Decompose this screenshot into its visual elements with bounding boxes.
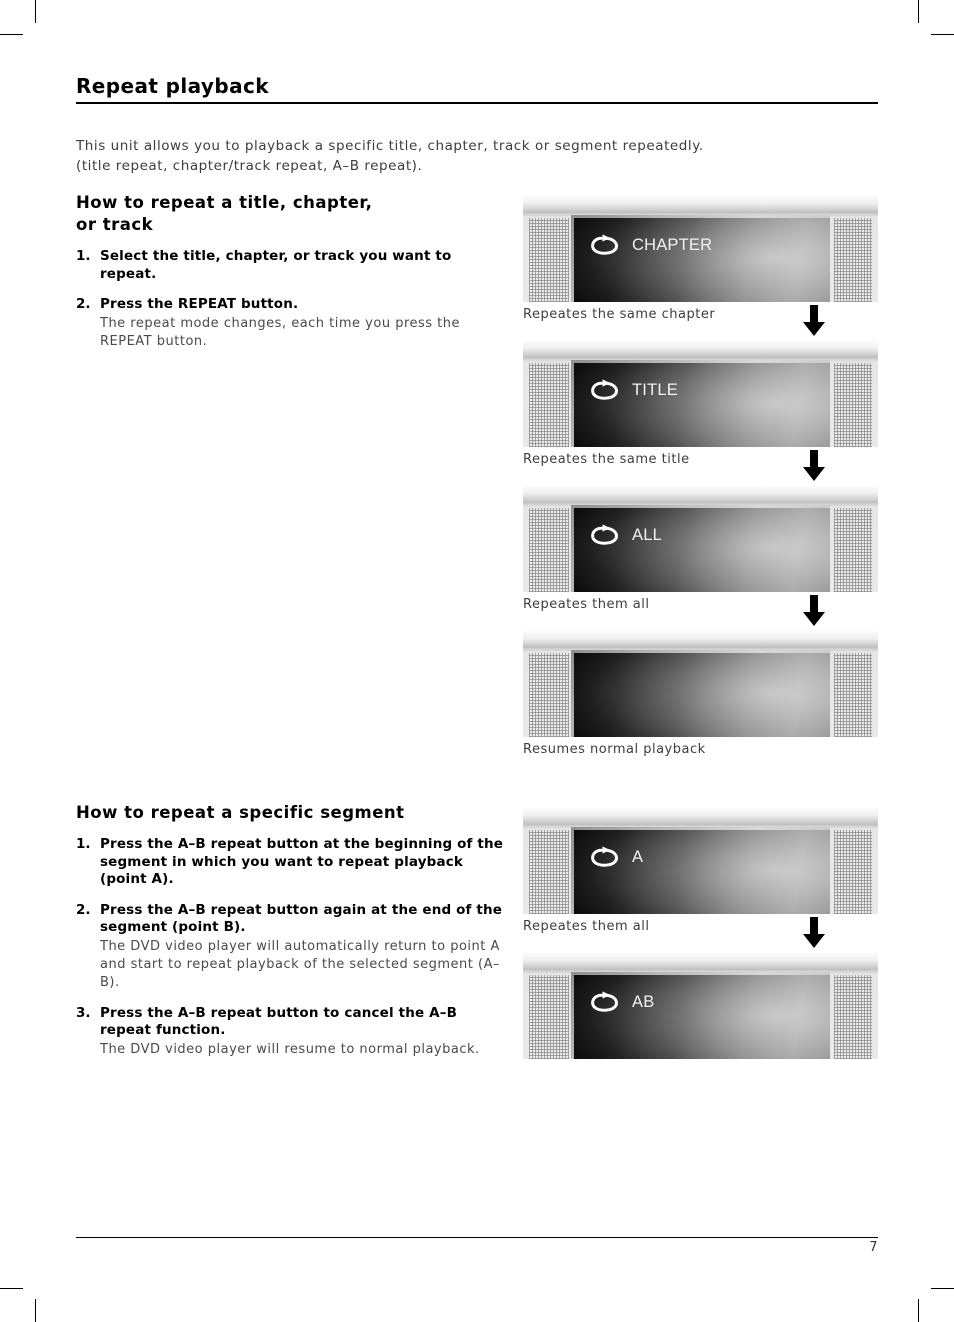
- speaker-grille-left-icon: [529, 218, 569, 302]
- display-figure: TITLE Repeates the same title: [523, 341, 878, 486]
- section-one-text: How to repeat a title, chapter, or track…: [76, 192, 506, 351]
- crop-mark-bottom-right-vertical: [918, 1299, 919, 1322]
- list-item: Select the title, chapter, or track you …: [76, 248, 506, 283]
- speaker-grille-right-icon: [834, 363, 872, 447]
- repeat-loop-icon: [591, 234, 619, 255]
- osd-label: CHAPTER: [632, 235, 713, 254]
- section-two-text: How to repeat a specific segment Press t…: [76, 802, 506, 1059]
- footer-divider: [76, 1237, 878, 1238]
- display-figure: Resumes normal playback: [523, 631, 878, 760]
- crop-mark-top-left-horizontal: [0, 34, 23, 35]
- screen-bezel: CHAPTER: [571, 215, 830, 302]
- speaker-grille-left-icon: [529, 653, 569, 737]
- step-heading: Press the A–B repeat button again at the…: [100, 901, 503, 936]
- title-divider: [76, 102, 878, 104]
- repeat-loop-icon: [591, 991, 619, 1012]
- screen-bezel: [571, 650, 830, 737]
- dvd-player-display: AB: [523, 953, 878, 1059]
- step-heading: Press the A–B repeat button at the begin…: [100, 836, 504, 887]
- figure-caption: Resumes normal playback: [523, 742, 706, 757]
- section-one-heading-line-1: How to repeat a title, chapter,: [76, 193, 373, 212]
- dvd-player-display: [523, 631, 878, 737]
- intro-line-1: This unit allows you to playback a speci…: [76, 138, 704, 154]
- list-item: Press the A–B repeat button again at the…: [76, 902, 506, 992]
- repeat-loop-icon: [591, 379, 619, 400]
- dvd-player-display: TITLE: [523, 341, 878, 447]
- speaker-grille-left-icon: [529, 363, 569, 447]
- osd-label: ALL: [632, 525, 662, 544]
- screen-bezel: TITLE: [571, 360, 830, 447]
- section-two-heading: How to repeat a specific segment: [76, 803, 405, 822]
- screen-bezel: AB: [571, 972, 830, 1059]
- on-screen-display: TITLE: [591, 379, 678, 401]
- step-heading: Press the REPEAT button.: [100, 296, 299, 312]
- speaker-grille-right-icon: [834, 508, 872, 592]
- crop-mark-bottom-right-horizontal: [931, 1288, 954, 1289]
- figure-caption: Repeates them all: [523, 919, 650, 934]
- figure-caption: Repeates the same title: [523, 452, 690, 467]
- step-heading: Press the A–B repeat button to cancel th…: [100, 1004, 458, 1039]
- dvd-player-display: A: [523, 808, 878, 914]
- speaker-grille-right-icon: [834, 975, 872, 1059]
- list-item: Press the A–B repeat button to cancel th…: [76, 1005, 506, 1059]
- figure-caption: Repeates them all: [523, 597, 650, 612]
- speaker-grille-left-icon: [529, 975, 569, 1059]
- on-screen-display: AB: [591, 991, 654, 1013]
- manual-page: Repeat playback This unit allows you to …: [76, 0, 878, 1322]
- screen: TITLE: [574, 363, 830, 447]
- section-two-step-list: Press the A–B repeat button at the begin…: [76, 836, 506, 1059]
- on-screen-display: CHAPTER: [591, 234, 712, 256]
- osd-label: AB: [632, 992, 655, 1011]
- display-figure: AB: [523, 953, 878, 1059]
- osd-label: A: [632, 847, 644, 866]
- repeat-loop-icon: [591, 846, 619, 867]
- speaker-grille-right-icon: [834, 653, 872, 737]
- on-screen-display: A: [591, 846, 643, 868]
- step-body: The DVD video player will resume to norm…: [100, 1041, 480, 1057]
- crop-mark-top-left-vertical: [35, 0, 36, 23]
- page-number: 7: [869, 1240, 878, 1255]
- figure-caption: Repeates the same chapter: [523, 307, 716, 322]
- list-item: Press the A–B repeat button at the begin…: [76, 836, 506, 889]
- screen-bezel: ALL: [571, 505, 830, 592]
- on-screen-display: ALL: [591, 524, 662, 546]
- section-one-figures: CHAPTER Repeates the same chapter TITLE …: [523, 196, 878, 760]
- crop-mark-top-right-horizontal: [931, 34, 954, 35]
- screen: A: [574, 830, 830, 914]
- step-heading: Select the title, chapter, or track you …: [100, 248, 452, 282]
- screen: ALL: [574, 508, 830, 592]
- dvd-player-display: CHAPTER: [523, 196, 878, 302]
- screen: CHAPTER: [574, 218, 830, 302]
- screen: [574, 653, 830, 737]
- osd-label: TITLE: [632, 380, 678, 399]
- speaker-grille-left-icon: [529, 830, 569, 914]
- page-title: Repeat playback: [76, 74, 269, 98]
- section-one-heading: How to repeat a title, chapter, or track: [76, 192, 506, 236]
- screen: AB: [574, 975, 830, 1059]
- crop-mark-top-right-vertical: [918, 0, 919, 23]
- step-body: The DVD video player will automatically …: [100, 938, 500, 990]
- crop-mark-bottom-left-horizontal: [0, 1288, 23, 1289]
- intro-paragraph: This unit allows you to playback a speci…: [76, 136, 836, 176]
- list-item: Press the REPEAT button. The repeat mode…: [76, 296, 506, 351]
- screen-bezel: A: [571, 827, 830, 914]
- speaker-grille-right-icon: [834, 830, 872, 914]
- repeat-loop-icon: [591, 524, 619, 545]
- dvd-player-display: ALL: [523, 486, 878, 592]
- step-body: The repeat mode changes, each time you p…: [100, 315, 461, 349]
- section-one-step-list: Select the title, chapter, or track you …: [76, 248, 506, 351]
- speaker-grille-right-icon: [834, 218, 872, 302]
- section-one-heading-line-2: or track: [76, 215, 154, 234]
- display-figure: ALL Repeates them all: [523, 486, 878, 631]
- display-figure: CHAPTER Repeates the same chapter: [523, 196, 878, 341]
- speaker-grille-left-icon: [529, 508, 569, 592]
- section-two-figures: A Repeates them all AB: [523, 808, 878, 1059]
- intro-line-2: (title repeat, chapter/track repeat, A–B…: [76, 158, 423, 174]
- crop-mark-bottom-left-vertical: [35, 1299, 36, 1322]
- display-figure: A Repeates them all: [523, 808, 878, 953]
